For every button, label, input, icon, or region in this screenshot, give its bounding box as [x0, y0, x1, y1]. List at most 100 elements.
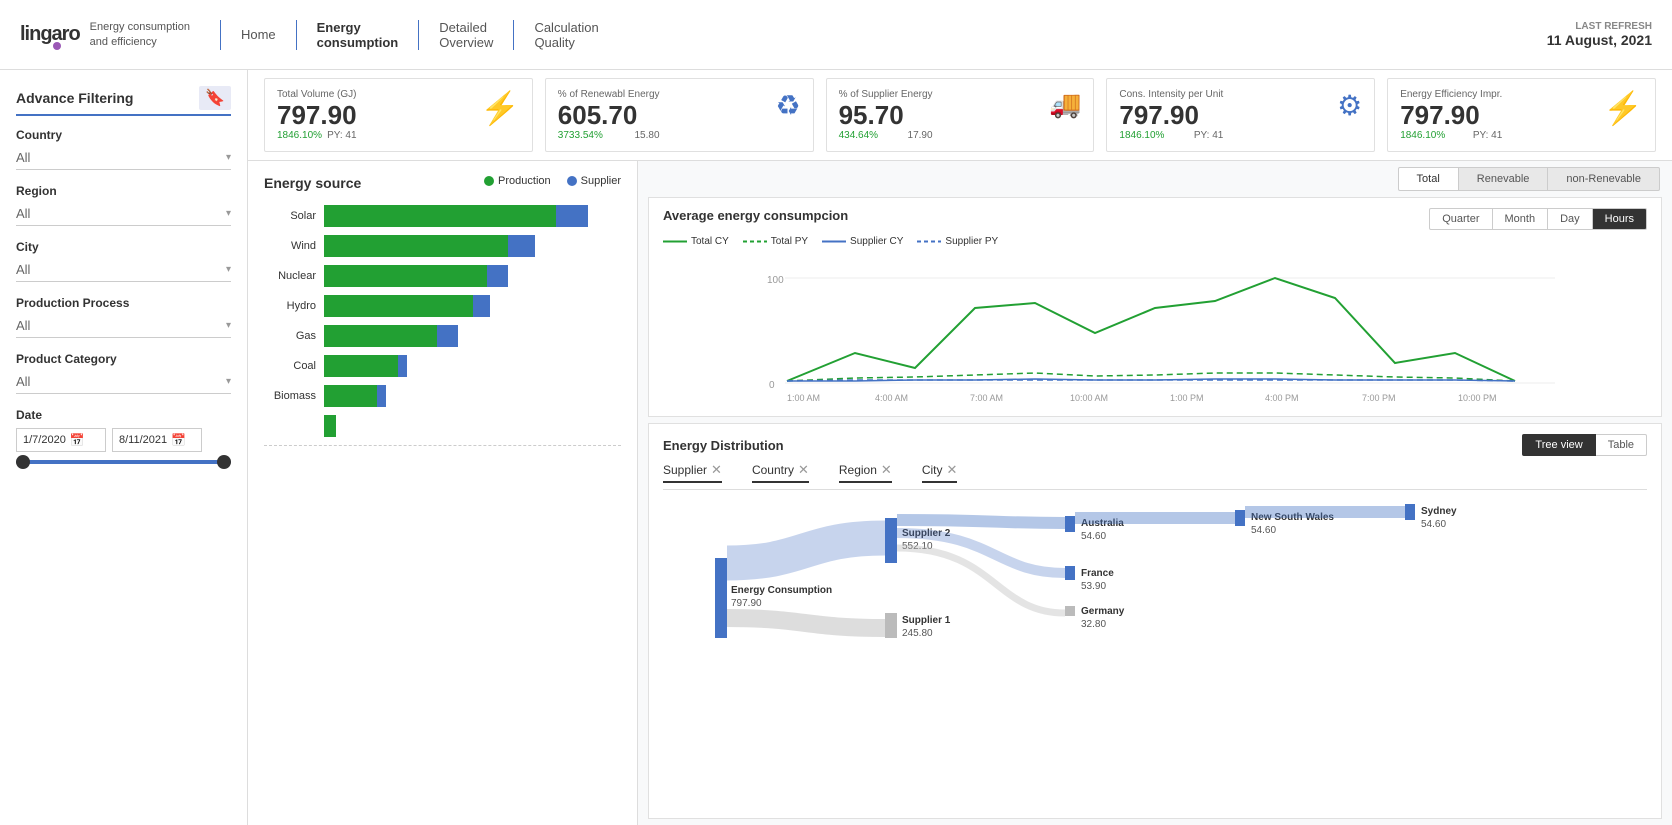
sankey-path-ger: [897, 548, 1065, 613]
sankey-value-syd: 54.60: [1421, 519, 1446, 530]
sankey-value-nsw: 54.60: [1251, 525, 1276, 536]
dist-filter-region[interactable]: Region ✕: [839, 462, 892, 483]
kpi-4-py: PY: 41: [1194, 130, 1223, 141]
dist-filter-supplier[interactable]: Supplier ✕: [663, 462, 722, 483]
time-btn-day[interactable]: Day: [1548, 208, 1593, 230]
date-to-input[interactable]: 8/11/2021 📅: [112, 428, 202, 452]
filter-prod-process-select[interactable]: All ▾: [16, 314, 231, 338]
bar-label-coal: Coal: [264, 360, 316, 372]
svg-text:4:00 AM: 4:00 AM: [875, 393, 908, 403]
kpi-1-value: 797.90: [277, 102, 357, 128]
dist-filter-city-label: City: [922, 463, 943, 477]
kpi-4-value: 797.90: [1119, 102, 1223, 128]
supplier-dot: [567, 176, 577, 186]
kpi-energy-efficiency: Energy Efficiency Impr. 797.90 1846.10% …: [1387, 78, 1656, 152]
kpi-4-percent: 1846.10%: [1119, 130, 1164, 141]
kpi-row: Total Volume (GJ) 797.90 1846.10% PY: 41…: [248, 70, 1672, 161]
svg-text:100: 100: [767, 275, 784, 286]
kpi-1-text: Total Volume (GJ) 797.90 1846.10% PY: 41: [277, 89, 357, 141]
filter-icon[interactable]: 🔖: [199, 86, 231, 110]
svg-text:0: 0: [769, 380, 775, 391]
dist-filter-supplier-label: Supplier: [663, 463, 707, 477]
time-btn-hours[interactable]: Hours: [1593, 208, 1647, 230]
close-supplier-icon[interactable]: ✕: [711, 462, 722, 478]
filter-city-select[interactable]: All ▾: [16, 258, 231, 282]
time-btn-month[interactable]: Month: [1493, 208, 1549, 230]
svg-text:10:00 AM: 10:00 AM: [1070, 393, 1108, 403]
date-from-input[interactable]: 1/7/2020 📅: [16, 428, 106, 452]
production-dot: [484, 176, 494, 186]
filter-region-select[interactable]: All ▾: [16, 202, 231, 226]
filter-country-select[interactable]: All ▾: [16, 146, 231, 170]
kpi-2-text: % of Renewabl Energy 605.70 3733.54% 15.…: [558, 89, 660, 141]
svg-text:1:00 AM: 1:00 AM: [787, 393, 820, 403]
close-country-icon[interactable]: ✕: [798, 462, 809, 478]
lightning-icon-1: ⚡: [480, 89, 520, 127]
chevron-down-icon: ▾: [226, 152, 231, 163]
bar-row-coal: Coal: [264, 355, 621, 377]
kpi-inner-1: Total Volume (GJ) 797.90 1846.10% PY: 41…: [277, 89, 520, 141]
last-refresh: LAST REFRESH 11 August, 2021: [1547, 21, 1652, 48]
sankey-label-ger: Germany: [1081, 606, 1125, 617]
close-region-icon[interactable]: ✕: [881, 462, 892, 478]
date-range-slider[interactable]: [16, 460, 231, 464]
nav-home[interactable]: Home: [221, 19, 296, 50]
bar-label-gas: Gas: [264, 330, 316, 342]
dist-filter-country[interactable]: Country ✕: [752, 462, 809, 483]
svg-text:1:00 PM: 1:00 PM: [1170, 393, 1204, 403]
view-btn-table[interactable]: Table: [1596, 434, 1647, 456]
kpi-2-label: % of Renewabl Energy: [558, 89, 660, 100]
line-chart-svg: 100 0 1:00 AM 4:00 AM 7:00 AM 10:00 AM 1…: [663, 253, 1647, 403]
toggle-renevable[interactable]: Renevable: [1459, 167, 1549, 191]
energy-source-panel: Energy source Production Supplier: [248, 161, 638, 825]
nav-energy-consumption[interactable]: Energyconsumption: [297, 12, 419, 58]
filter-product-cat-select[interactable]: All ▾: [16, 370, 231, 394]
sankey-label-energy: Energy Consumption: [731, 585, 832, 596]
filter-country: Country All ▾: [16, 128, 231, 170]
logo-area: lingaro Energy consumption and efficienc…: [20, 20, 190, 49]
nav-calculation-quality[interactable]: CalculationQuality: [514, 12, 618, 58]
bar-row-biomass: Biomass: [264, 385, 621, 407]
filter-product-cat-value: All: [16, 374, 30, 389]
bar-green-nuclear: [324, 265, 487, 287]
calendar-icon-2: 📅: [171, 433, 186, 447]
logo: lingaro: [20, 23, 80, 46]
time-btn-quarter[interactable]: Quarter: [1429, 208, 1492, 230]
date-slider-thumb-right[interactable]: [217, 455, 231, 469]
bar-green-wind: [324, 235, 508, 257]
bar-blue-coal: [398, 355, 407, 377]
truck-icon: 🚚: [1049, 89, 1081, 120]
header: lingaro Energy consumption and efficienc…: [0, 0, 1672, 70]
kpi-2-value: 605.70: [558, 102, 660, 128]
logo-text: lingaro: [20, 23, 80, 45]
nav-detailed-overview[interactable]: DetailedOverview: [419, 12, 513, 58]
kpi-cons-intensity: Cons. Intensity per Unit 797.90 1846.10%…: [1106, 78, 1375, 152]
kpi-1-py: PY: 41: [327, 130, 356, 141]
sankey-svg: Energy Consumption 797.90 Supplier 2 552…: [663, 498, 1647, 678]
kpi-5-meta: 1846.10% PY: 41: [1400, 130, 1502, 141]
filter-prod-process-value: All: [16, 318, 30, 333]
time-toggle-group: Quarter Month Day Hours: [1429, 208, 1647, 230]
filter-region-label: Region: [16, 184, 231, 198]
toggle-total[interactable]: Total: [1398, 167, 1459, 191]
sankey-value-sup1: 245.80: [902, 628, 933, 639]
bar-container-gas: [324, 325, 621, 347]
sankey-rect-fra: [1065, 566, 1075, 580]
chevron-down-icon-3: ▾: [226, 264, 231, 275]
bar-green-hydro: [324, 295, 473, 317]
view-btn-tree[interactable]: Tree view: [1522, 434, 1595, 456]
svg-text:4:00 PM: 4:00 PM: [1265, 393, 1299, 403]
sankey-label-syd: Sydney: [1421, 506, 1457, 517]
bar-green-coal: [324, 355, 398, 377]
bar-row-nuclear: Nuclear: [264, 265, 621, 287]
bar-label-wind: Wind: [264, 240, 316, 252]
bar-green-gas: [324, 325, 437, 347]
close-city-icon[interactable]: ✕: [946, 462, 957, 478]
legend-supplier-cy: Supplier CY: [822, 236, 903, 247]
date-slider-thumb-left[interactable]: [16, 455, 30, 469]
sankey-rect-syd: [1405, 504, 1415, 520]
toggle-non-renevable[interactable]: non-Renevable: [1548, 167, 1660, 191]
date-label: Date: [16, 408, 231, 422]
sidebar-title-area: Advance Filtering 🔖: [16, 86, 231, 116]
dist-filter-city[interactable]: City ✕: [922, 462, 958, 483]
